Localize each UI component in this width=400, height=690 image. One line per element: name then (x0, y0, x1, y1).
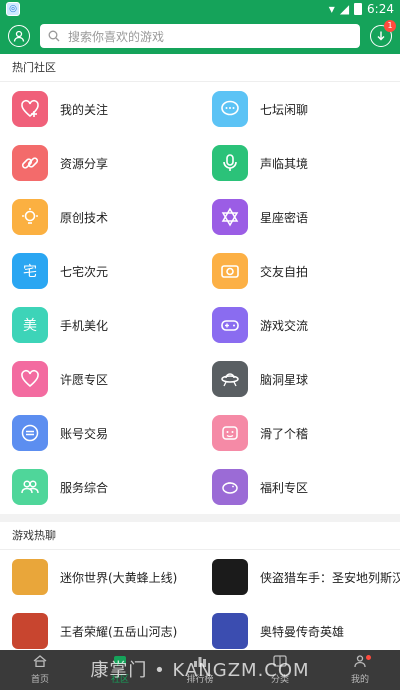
community-item[interactable]: 原创技术 (0, 190, 200, 244)
users-icon (12, 469, 48, 505)
community-item-label: 手机美化 (60, 318, 109, 333)
game-item-label: 奥特曼传奇英雄 (260, 624, 345, 639)
community-item[interactable]: 福利专区 (200, 460, 400, 514)
community-item-label: 账号交易 (60, 426, 109, 441)
game-item-label: 王者荣耀(五岳山河志) (60, 624, 178, 639)
nav-tab-label: 社区 (110, 675, 129, 685)
search-input[interactable]: 搜索你喜欢的游戏 (40, 24, 360, 48)
home-icon (33, 655, 47, 672)
mei-icon: 美 (12, 307, 48, 343)
ufo-icon (212, 361, 248, 397)
section-title: 游戏热聊 (0, 522, 400, 550)
game-item-label: 迷你世界(大黄蜂上线) (60, 570, 178, 585)
nav-tab-ranking[interactable]: 排行榜 (160, 650, 240, 690)
nav-tab-home[interactable]: 首页 (0, 650, 80, 690)
microphone-icon (212, 145, 248, 181)
community-item[interactable]: 许愿专区 (0, 352, 200, 406)
community-grid: 我的关注 七坛闲聊资源分享 声临其境原创技术 星座密语宅 七宅次元 交友自拍美 手机美化 游戏… (0, 82, 400, 514)
community-item-label: 福利专区 (260, 480, 309, 495)
community-item-label: 交友自拍 (260, 264, 309, 279)
community-item[interactable]: 星座密语 (200, 190, 400, 244)
games-grid: 迷你世界(大黄蜂上线) 侠盗猎车手：圣安地列斯汉王者荣耀(五岳山河志) 奥特曼传奇英… (0, 550, 400, 658)
svg-text:宅: 宅 (23, 264, 37, 280)
hot-community-section: 热门社区 我的关注 七坛闲聊资源分享 声临其境原创技术 星座密语宅 七宅次元 交友自拍美 手… (0, 54, 400, 514)
piggy-bank-icon (212, 469, 248, 505)
category-icon (273, 655, 287, 672)
community-item[interactable]: 账号交易 (0, 406, 200, 460)
exchange-icon (12, 415, 48, 451)
battery-icon (354, 3, 363, 15)
community-item-label: 许愿专区 (60, 372, 109, 387)
status-bar: ◎ ▾ ◢ 6:24 (0, 0, 400, 18)
nav-tab-label: 我的 (350, 675, 369, 685)
link-icon (12, 145, 48, 181)
download-count-badge: 1 (384, 20, 396, 32)
community-item-label: 我的关注 (60, 102, 109, 117)
ranking-icon (193, 655, 207, 672)
download-icon (377, 31, 385, 41)
community-item[interactable]: 美 手机美化 (0, 298, 200, 352)
search-icon (48, 30, 60, 42)
chat-bubble-icon (212, 91, 248, 127)
nav-tab-profile[interactable]: 我的 (320, 650, 400, 690)
community-item[interactable]: 滑了个稽 (200, 406, 400, 460)
download-button[interactable]: 1 (370, 20, 396, 47)
mini-world-icon (12, 559, 48, 595)
community-item-label: 原创技术 (60, 210, 109, 225)
star-of-david-icon (212, 199, 248, 235)
nav-tab-community[interactable]: 社区 (80, 650, 160, 690)
camera-icon (212, 253, 248, 289)
community-item-label: 七坛闲聊 (260, 102, 309, 117)
search-placeholder: 搜索你喜欢的游戏 (68, 29, 165, 44)
community-item-label: 脑洞星球 (260, 372, 309, 387)
community-item[interactable]: 脑洞星球 (200, 352, 400, 406)
bottom-navigation: 首页 社区 排行榜 分类 我的 (0, 650, 400, 690)
user-avatar-button[interactable] (8, 25, 30, 47)
community-item-label: 游戏交流 (260, 318, 309, 333)
nav-tab-label: 排行榜 (186, 675, 214, 685)
community-item-label: 资源分享 (60, 156, 109, 171)
status-time: 6:24 (367, 2, 394, 16)
community-item-label: 声临其境 (260, 156, 309, 171)
community-item[interactable]: 宅 七宅次元 (0, 244, 200, 298)
game-item[interactable]: 侠盗猎车手：圣安地列斯汉 (200, 550, 400, 604)
community-item-label: 服务综合 (60, 480, 109, 495)
section-title: 热门社区 (0, 54, 400, 82)
gta-icon (212, 559, 248, 595)
ultraman-icon (212, 613, 248, 649)
game-item[interactable]: 迷你世界(大黄蜂上线) (0, 550, 200, 604)
community-item-label: 七宅次元 (60, 264, 109, 279)
funny-face-icon (212, 415, 248, 451)
community-item[interactable]: 七坛闲聊 (200, 82, 400, 136)
honor-of-kings-icon (12, 613, 48, 649)
top-header: 搜索你喜欢的游戏 1 (0, 18, 400, 54)
community-item-label: 滑了个稽 (260, 426, 309, 441)
notification-dot (366, 655, 372, 660)
community-item-label: 星座密语 (260, 210, 309, 225)
lightbulb-icon (12, 199, 48, 235)
zhai-icon: 宅 (12, 253, 48, 289)
user-icon (13, 30, 25, 42)
app-notification-icon: ◎ (6, 2, 20, 16)
community-item[interactable]: 游戏交流 (200, 298, 400, 352)
svg-text:美: 美 (23, 318, 37, 334)
heart-outline-icon (12, 361, 48, 397)
community-icon (113, 655, 127, 672)
heart-plus-icon (12, 91, 48, 127)
nav-tab-label: 首页 (30, 675, 49, 685)
community-item[interactable]: 我的关注 (0, 82, 200, 136)
nav-tab-category[interactable]: 分类 (240, 650, 320, 690)
nav-tab-label: 分类 (270, 675, 289, 685)
game-item-label: 侠盗猎车手：圣安地列斯汉 (260, 570, 400, 585)
wifi-icon: ▾ (328, 2, 335, 16)
community-item[interactable]: 服务综合 (0, 460, 200, 514)
signal-icon: ◢ (339, 2, 350, 16)
community-item[interactable]: 资源分享 (0, 136, 200, 190)
community-item[interactable]: 声临其境 (200, 136, 400, 190)
gamepad-icon (212, 307, 248, 343)
hot-games-section: 游戏热聊 迷你世界(大黄蜂上线) 侠盗猎车手：圣安地列斯汉王者荣耀(五岳山河志) 奥… (0, 522, 400, 650)
profile-icon (353, 655, 367, 672)
community-item[interactable]: 交友自拍 (200, 244, 400, 298)
